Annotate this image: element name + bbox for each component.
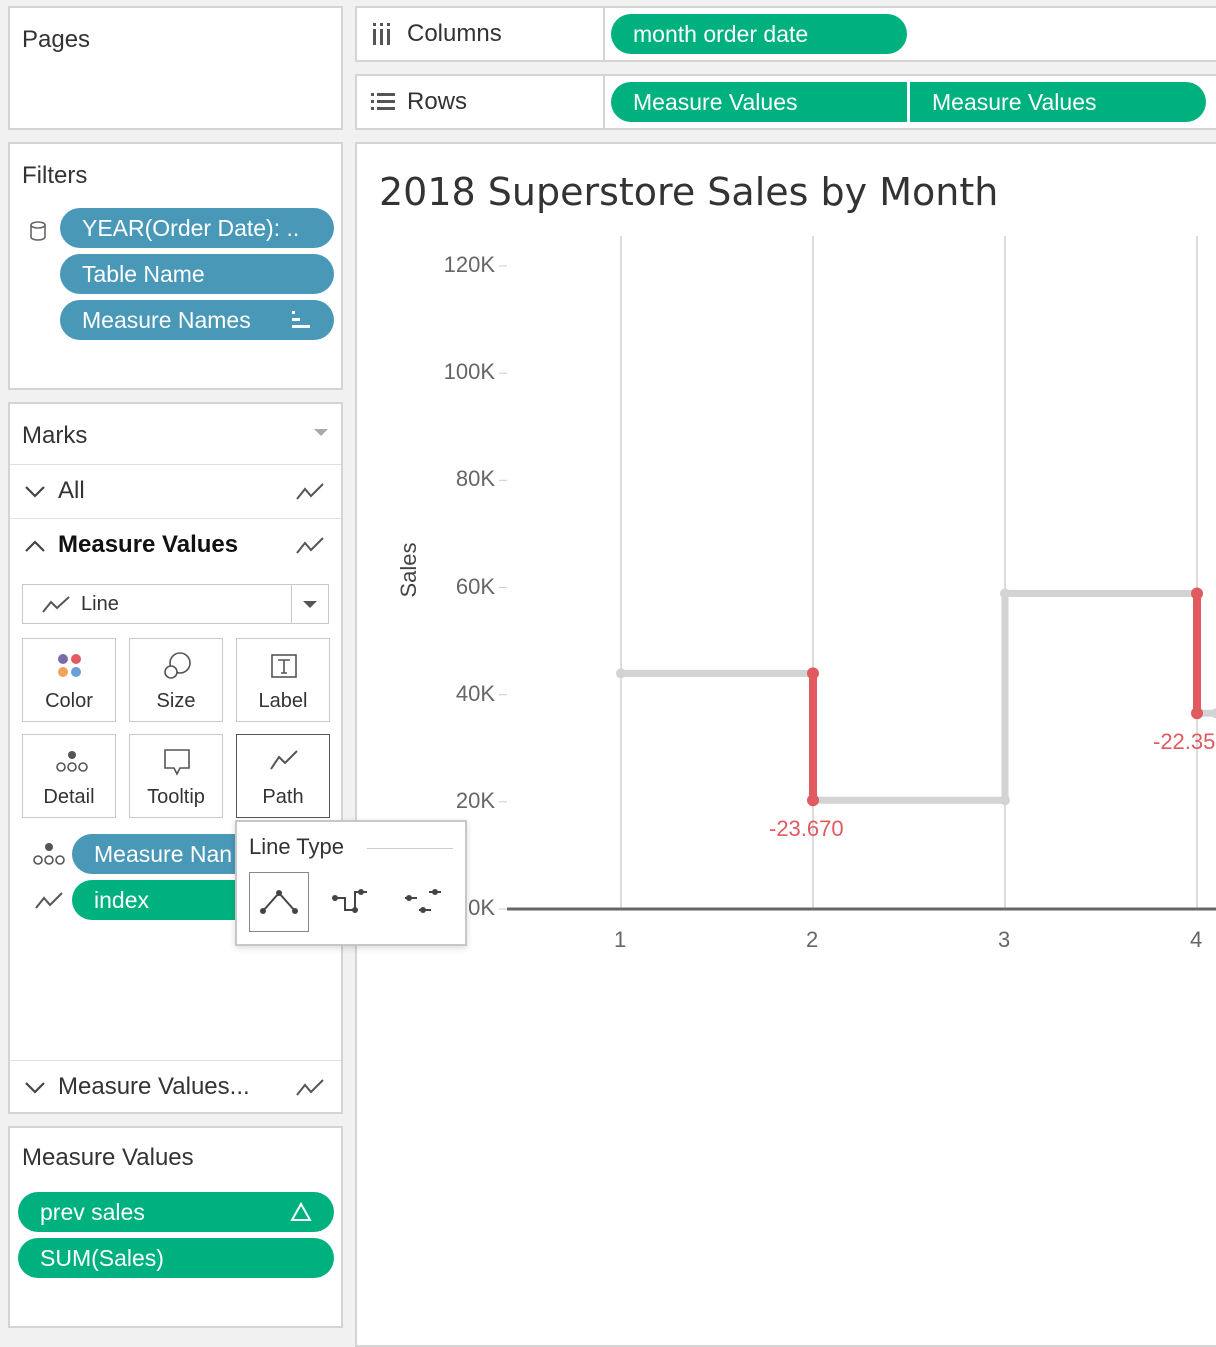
x-tick-label: 3 [998,927,1011,952]
columns-shelf: Columns month order date [355,6,1216,62]
marks-card-all[interactable]: All [10,464,341,518]
x-tick-label: 2 [806,927,819,952]
line-mark-icon [296,483,324,500]
measure-values-item-sum-sales[interactable]: SUM(Sales) [18,1238,334,1278]
detail-icon [56,751,88,772]
shelf-divider [603,76,605,128]
path-button-label: Path [262,786,304,808]
linear-line-icon [260,890,298,914]
y-tick-label: 100K [443,359,495,385]
measure-values-item-prev-sales-label: prev sales [40,1199,145,1225]
marks-card-all-label: All [58,477,85,504]
measure-values-card-title: Measure Values [22,1144,194,1171]
filter-pill-measure-names[interactable]: Measure Names [60,300,334,340]
pages-title: Pages [22,26,91,53]
rows-pill-measure-values-2[interactable]: Measure Values [910,82,1206,122]
select-divider [291,585,292,623]
y-tick-label: 40K [455,680,495,706]
line-mark-icon [296,1079,324,1096]
rows-label: Rows [407,88,468,115]
line-type-divider [367,848,453,849]
columns-pill-month-order-date[interactable]: month order date [611,14,907,54]
columns-label: Columns [407,20,502,47]
x-tick-label: 4 [1190,927,1203,952]
line-mark-icon [42,596,70,613]
marks-card-measure-values-2-label: Measure Values... [58,1073,250,1100]
delta-icon [290,1202,312,1221]
line-type-title: Line Type [249,834,345,859]
step-line-icon [332,889,367,913]
pages-panel: Pages [8,6,343,130]
marks-dropdown-icon[interactable] [313,428,329,438]
color-icon [58,654,81,677]
chevron-down-icon [25,486,45,498]
y-tick-label: 20K [455,787,495,813]
mark-type-value: Line [81,593,119,615]
x-tick-label: 1 [614,927,627,952]
chart-labels: 120K 100K 80K 60K 40K 20K 0K 1 2 3 4 -23.670 -22.35 [357,144,1216,1345]
path-icon [35,892,63,909]
path-button[interactable]: Path [236,734,330,818]
tooltip-button[interactable]: Tooltip [129,734,223,818]
chevron-down-icon [25,1082,45,1094]
marks-card-measure-values-2[interactable]: Measure Values... [10,1060,341,1114]
drop-label: -22.35 [1153,729,1216,755]
line-type-linear-button[interactable] [249,872,309,932]
line-type-step-button[interactable] [321,872,381,932]
chevron-down-icon [303,601,317,608]
y-tick-label: 80K [455,466,495,492]
line-mark-icon [296,537,324,554]
columns-icon [373,23,390,45]
filters-panel: Filters YEAR(Order Date): .. Table Name … [8,142,343,390]
mark-type-select[interactable]: Line [22,584,329,624]
path-icon [270,750,298,770]
marks-panel: Marks All Measure Values Line Color Size… [8,402,343,1114]
filter-pill-measure-names-label: Measure Names [82,307,251,333]
jump-line-icon [405,889,441,913]
marks-title: Marks [22,422,88,449]
y-tick-label: 120K [443,252,495,277]
chart-view: 2018 Superstore Sales by Month Sales 120… [355,142,1216,1347]
line-type-popup: Line Type [235,820,467,946]
size-button-label: Size [156,690,196,712]
filter-pill-table-name[interactable]: Table Name [60,254,334,294]
marks-card-measure-values-label: Measure Values [58,531,239,558]
text-label-icon [271,654,297,678]
tooltip-button-label: Tooltip [147,786,205,808]
chevron-up-icon [25,540,45,552]
sort-icon [292,311,310,328]
line-type-jump-button[interactable] [393,872,453,932]
y-tick-label: 0K [468,895,495,920]
filters-title: Filters [22,162,88,189]
rows-pill-measure-values-1[interactable]: Measure Values [611,82,907,122]
tooltip-icon [164,749,190,776]
filter-pill-year[interactable]: YEAR(Order Date): .. [60,208,334,248]
color-button[interactable]: Color [22,638,116,722]
label-button[interactable]: Label [236,638,330,722]
marks-card-measure-values[interactable]: Measure Values [10,518,341,572]
rows-icon [371,93,395,110]
measure-values-item-prev-sales[interactable]: prev sales [18,1192,334,1232]
shelf-divider [603,8,605,60]
measure-values-card: Measure Values prev sales SUM(Sales) [8,1126,343,1328]
label-button-label: Label [258,690,308,712]
database-icon [30,221,46,241]
color-button-label: Color [45,690,93,712]
detail-button-label: Detail [43,786,95,808]
y-tick-label: 60K [455,573,495,599]
detail-icon [33,843,65,865]
rows-shelf: Rows Measure Values Measure Values [355,74,1216,130]
drop-label: -23.670 [769,816,844,842]
size-button[interactable]: Size [129,638,223,722]
size-icon [164,652,191,679]
detail-button[interactable]: Detail [22,734,116,818]
